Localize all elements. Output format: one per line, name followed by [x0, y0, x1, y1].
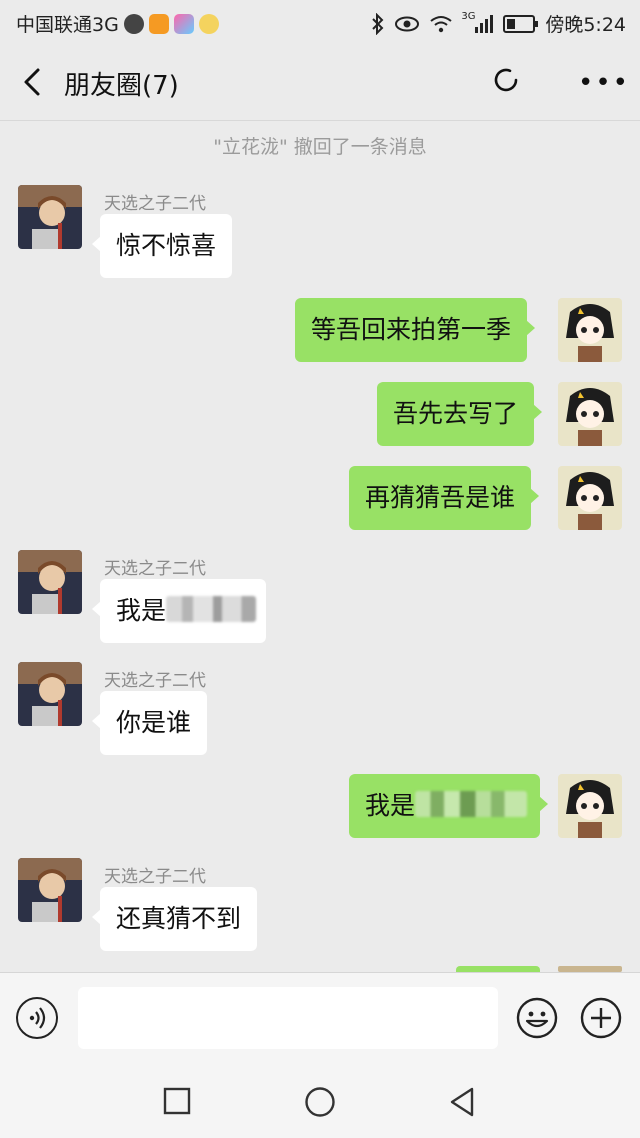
sender-avatar[interactable]	[18, 662, 82, 726]
message-input-bar	[0, 972, 640, 1069]
bluetooth-icon	[372, 12, 384, 35]
plus-icon[interactable]	[580, 997, 622, 1039]
refresh-icon[interactable]	[492, 66, 520, 94]
recall-notice: "立花泷" 撤回了一条消息	[213, 136, 427, 158]
sender-name: 天选之子二代	[104, 671, 206, 691]
back-arrow-icon[interactable]	[18, 64, 50, 100]
audio-app-icon	[123, 13, 144, 34]
page-title: 朋友圈(7)	[64, 71, 179, 101]
status-right: 3G 傍晚5:24	[371, 10, 626, 37]
home-icon[interactable]	[304, 1086, 336, 1118]
redacted-mosaic	[166, 596, 257, 622]
message-bubble[interactable]: 等吾回来拍第一季	[295, 298, 536, 362]
my-avatar[interactable]	[558, 466, 622, 530]
recent-apps-icon[interactable]	[163, 1087, 191, 1115]
eye-icon	[395, 16, 420, 31]
sender-avatar[interactable]	[18, 185, 82, 249]
voice-icon[interactable]	[16, 997, 58, 1039]
sender-avatar[interactable]	[18, 858, 82, 922]
my-avatar[interactable]	[558, 298, 622, 362]
my-avatar[interactable]	[558, 382, 622, 446]
emoji-icon[interactable]	[516, 997, 558, 1039]
status-left: 中国联通3G	[16, 10, 219, 37]
weather-app-icon	[198, 13, 219, 34]
network-type-label: 3G	[461, 10, 476, 22]
status-bar: 中国联通3G 3G 傍晚5:24	[0, 0, 640, 44]
more-icon[interactable]: •••	[578, 70, 630, 96]
message-bubble[interactable]: 惊不惊喜	[91, 214, 233, 278]
chat-header: 朋友圈(7) •••	[0, 44, 640, 121]
message-bubble[interactable]: 你是谁	[91, 691, 208, 755]
sender-name: 天选之子二代	[104, 194, 206, 214]
message-bubble[interactable]: 我是	[92, 579, 266, 643]
redacted-mosaic	[415, 791, 528, 817]
sender-avatar[interactable]	[18, 550, 82, 614]
message-bubble[interactable]: 我是	[349, 774, 548, 838]
clock: 傍晚5:24	[545, 14, 626, 36]
sender-name: 天选之子二代	[104, 559, 206, 579]
sender-name: 天选之子二代	[104, 867, 206, 887]
system-navigation-bar	[0, 1068, 640, 1138]
battery-icon	[503, 14, 539, 33]
signal-strength: 3G	[461, 11, 494, 33]
message-bubble[interactable]: 还真猜不到	[91, 887, 258, 951]
my-avatar[interactable]	[558, 774, 622, 838]
message-bubble[interactable]: 吾先去写了	[377, 382, 543, 446]
message-bubble[interactable]: 再猜猜吾是谁	[349, 466, 540, 530]
message-input[interactable]	[78, 987, 498, 1049]
message-text: 我是	[365, 791, 416, 820]
back-triangle-icon[interactable]	[448, 1086, 476, 1118]
message-text: 我是	[116, 596, 167, 625]
photo-app-icon	[173, 13, 194, 34]
video-app-icon	[148, 13, 169, 34]
carrier-label: 中国联通3G	[16, 14, 119, 36]
wifi-icon	[430, 15, 452, 32]
